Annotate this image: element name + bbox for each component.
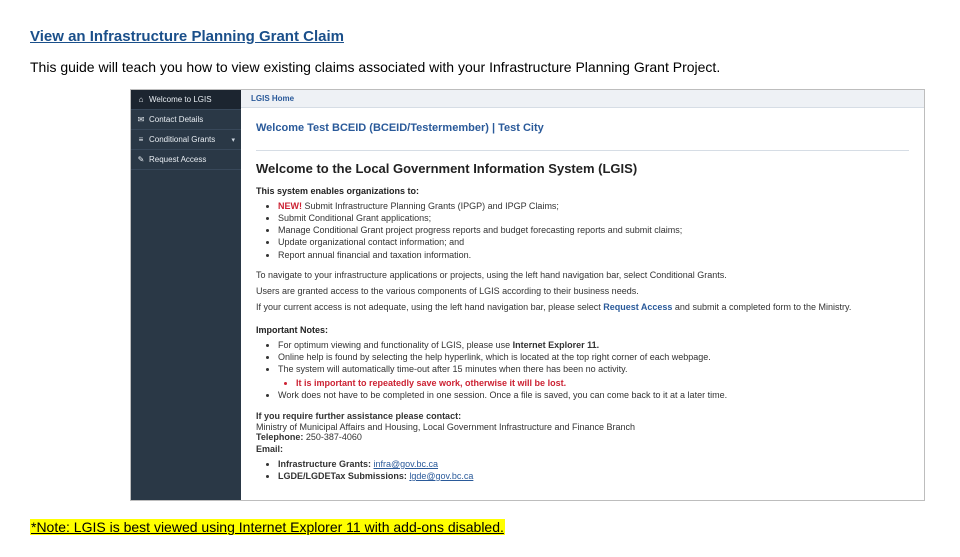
request-access-paragraph: If your current access is not adequate, … — [256, 301, 909, 313]
sidebar-item-label: Welcome to LGIS — [149, 95, 212, 104]
guide-intro-text: This guide will teach you how to view ex… — [30, 59, 930, 75]
contact-phone-line: Telephone: 250-387-4060 — [256, 432, 909, 442]
list-item: Submit Conditional Grant applications; — [278, 212, 909, 224]
email-list: Infrastructure Grants: infra@gov.bc.ca L… — [256, 458, 909, 482]
welcome-system-heading: Welcome to the Local Government Informat… — [256, 161, 909, 176]
sidebar: ⌂ Welcome to LGIS ✉ Contact Details ≡ Co… — [131, 90, 241, 500]
important-notes-heading: Important Notes: — [256, 325, 909, 335]
footer-note: *Note: LGIS is best viewed using Interne… — [30, 519, 505, 535]
breadcrumb: LGIS Home — [241, 90, 924, 108]
text-span: For optimum viewing and functionality of… — [278, 340, 513, 350]
lgde-email-link[interactable]: lgde@gov.bc.ca — [409, 471, 473, 481]
welcome-user-line: Welcome Test BCEID (BCEID/Testermember) … — [256, 122, 909, 134]
sidebar-item-label: Conditional Grants — [149, 135, 215, 144]
sidebar-item-request-access[interactable]: ✎ Request Access — [131, 150, 241, 170]
list-item-text: Submit Infrastructure Planning Grants (I… — [302, 201, 559, 211]
text-span: If your current access is not adequate, … — [256, 302, 603, 312]
list-item: Report annual financial and taxation inf… — [278, 249, 909, 261]
new-flag: NEW! — [278, 201, 302, 211]
mail-icon: ✉ — [137, 115, 145, 124]
list-item: The system will automatically time-out a… — [278, 363, 909, 388]
sidebar-item-label: Contact Details — [149, 115, 203, 124]
pencil-icon: ✎ — [137, 155, 145, 164]
lgis-screenshot: ⌂ Welcome to LGIS ✉ Contact Details ≡ Co… — [130, 89, 925, 501]
list-icon: ≡ — [137, 135, 145, 144]
phone-number: 250-387-4060 — [303, 432, 362, 442]
sidebar-item-conditional-grants[interactable]: ≡ Conditional Grants ▾ — [131, 130, 241, 150]
divider — [256, 150, 909, 151]
list-item: For optimum viewing and functionality of… — [278, 339, 909, 351]
contact-ministry: Ministry of Municipal Affairs and Housin… — [256, 422, 909, 432]
text-span: The system will automatically time-out a… — [278, 364, 628, 374]
infra-email-link[interactable]: infra@gov.bc.ca — [374, 459, 439, 469]
sidebar-item-welcome[interactable]: ⌂ Welcome to LGIS — [131, 90, 241, 110]
email-category: LGDE/LGDETax Submissions: — [278, 471, 409, 481]
chevron-down-icon: ▾ — [231, 136, 235, 144]
list-item: Online help is found by selecting the he… — [278, 351, 909, 363]
access-paragraph: Users are granted access to the various … — [256, 285, 909, 297]
contact-heading: If you require further assistance please… — [256, 411, 909, 421]
list-item: Update organizational contact informatio… — [278, 236, 909, 248]
list-item: LGDE/LGDETax Submissions: lgde@gov.bc.ca — [278, 470, 909, 482]
main-pane: LGIS Home Welcome Test BCEID (BCEID/Test… — [241, 90, 924, 500]
browser-name: Internet Explorer 11. — [513, 340, 600, 350]
save-warning: It is important to repeatedly save work,… — [296, 377, 909, 389]
list-item: NEW! Submit Infrastructure Planning Gran… — [278, 200, 909, 212]
email-category: Infrastructure Grants: — [278, 459, 374, 469]
home-icon: ⌂ — [137, 95, 145, 104]
email-label: Email: — [256, 444, 283, 454]
guide-title: View an Infrastructure Planning Grant Cl… — [30, 28, 930, 45]
text-span: and submit a completed form to the Minis… — [672, 302, 851, 312]
phone-label: Telephone: — [256, 432, 303, 442]
enables-list: NEW! Submit Infrastructure Planning Gran… — [256, 200, 909, 261]
nav-paragraph: To navigate to your infrastructure appli… — [256, 269, 909, 281]
list-item: Work does not have to be completed in on… — [278, 389, 909, 401]
important-notes-list: For optimum viewing and functionality of… — [256, 339, 909, 401]
request-access-link[interactable]: Request Access — [603, 302, 672, 312]
sidebar-item-label: Request Access — [149, 155, 206, 164]
list-item: Infrastructure Grants: infra@gov.bc.ca — [278, 458, 909, 470]
sidebar-item-contact-details[interactable]: ✉ Contact Details — [131, 110, 241, 130]
contact-block: If you require further assistance please… — [256, 411, 909, 482]
enables-heading: This system enables organizations to: — [256, 186, 909, 196]
content-body: Welcome Test BCEID (BCEID/Testermember) … — [241, 108, 924, 500]
list-item: Manage Conditional Grant project progres… — [278, 224, 909, 236]
